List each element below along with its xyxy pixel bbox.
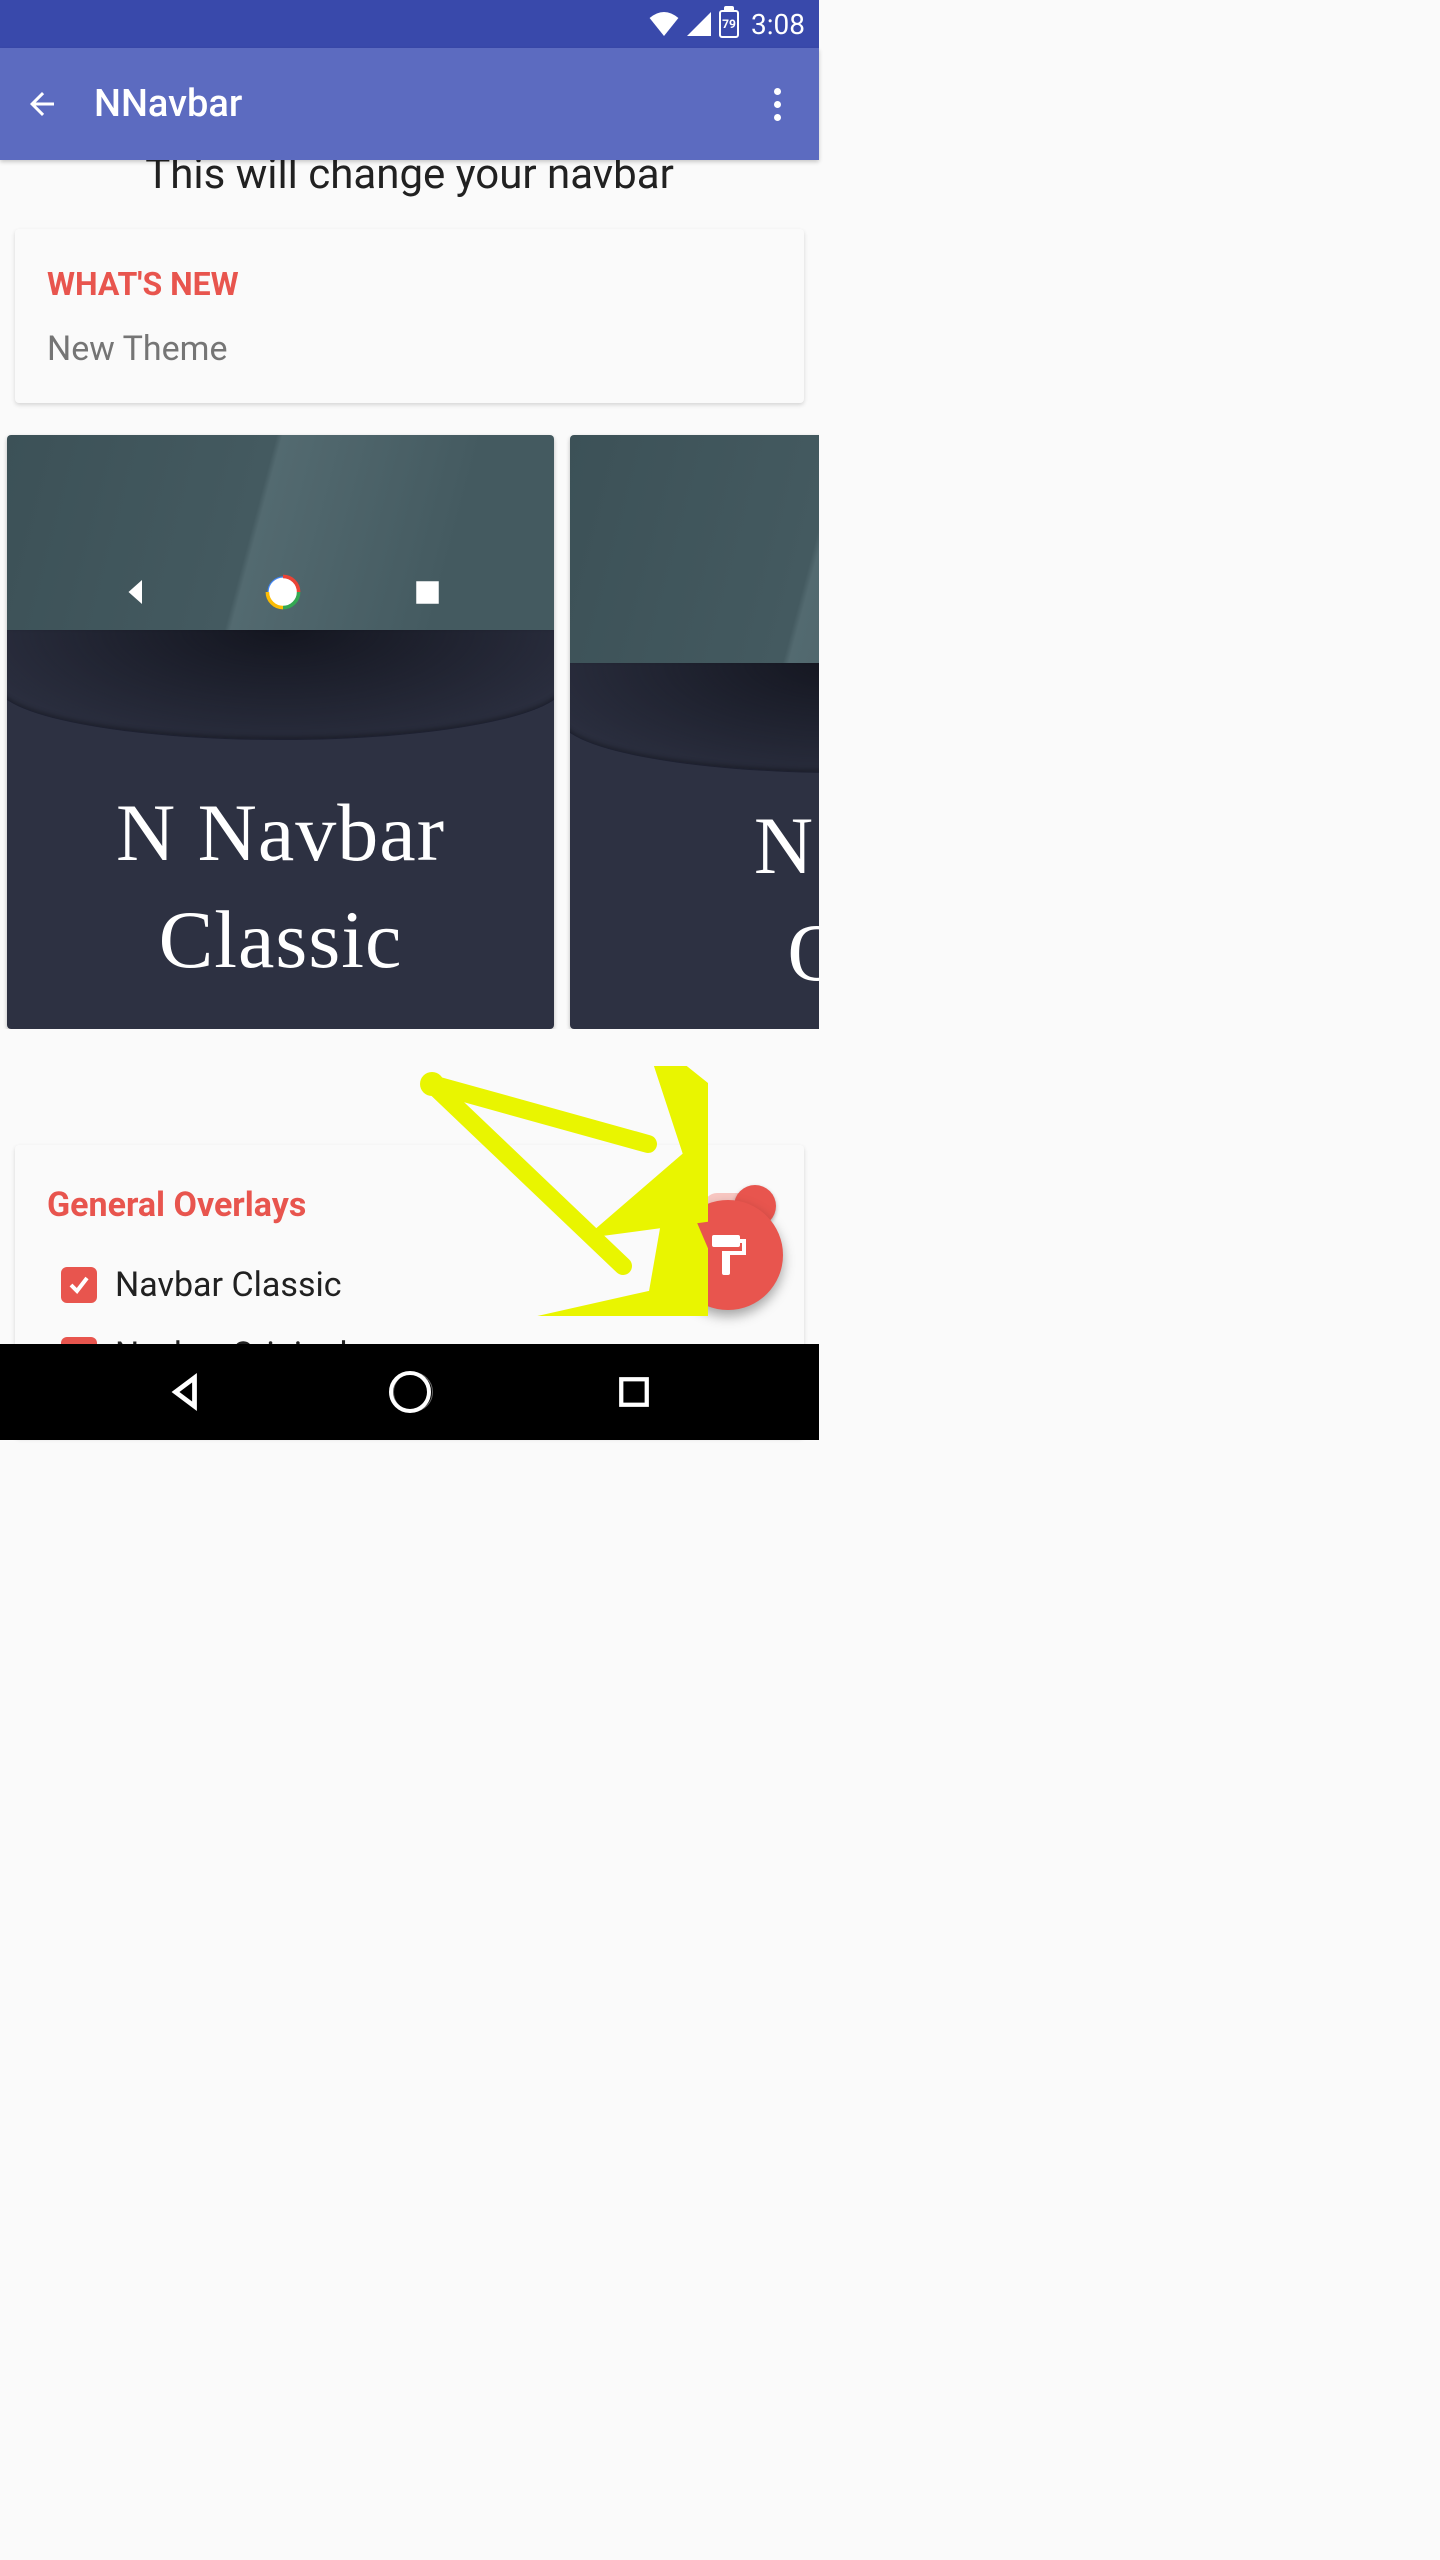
checkbox-icon (61, 1267, 97, 1303)
menu-dot-icon (774, 88, 781, 95)
wifi-icon (649, 12, 679, 36)
theme-name-label: N Navbar Classic (7, 780, 554, 993)
nav-back-icon (812, 610, 819, 638)
status-time: 3:08 (751, 8, 805, 41)
status-icons: 79 (649, 10, 739, 38)
navbar-preview (570, 610, 819, 638)
system-home-button[interactable] (370, 1362, 450, 1422)
system-recents-button[interactable] (594, 1362, 674, 1422)
app-bar: NNavbar (0, 48, 819, 160)
navbar-preview (7, 574, 554, 610)
back-button[interactable] (18, 80, 66, 128)
page-heading: This will change your navbar (0, 150, 819, 229)
theme-card-bottom: N Na Ori (570, 663, 819, 1029)
whats-new-text: New Theme (47, 329, 772, 369)
status-bar: 79 3:08 (0, 0, 819, 48)
home-ring-icon (389, 1371, 431, 1413)
system-back-button[interactable] (145, 1362, 225, 1422)
checkbox-navbar-classic[interactable]: Navbar Classic (47, 1265, 772, 1305)
nav-recents-icon (415, 580, 440, 605)
menu-dot-icon (774, 101, 781, 108)
theme-name-label: N Na Ori (570, 793, 819, 1006)
phone-mockup-top (7, 435, 554, 630)
battery-icon: 79 (719, 10, 739, 38)
paint-roller-icon (704, 1231, 752, 1279)
battery-level: 79 (722, 17, 736, 31)
theme-card-classic[interactable]: N Navbar Classic (7, 435, 554, 1029)
phone-mockup-top (570, 435, 819, 663)
overlays-title: General Overlays (47, 1185, 772, 1225)
paint-fab[interactable] (673, 1200, 783, 1310)
theme-card-original[interactable]: N Na Ori (570, 435, 819, 1029)
theme-card-bottom: N Navbar Classic (7, 630, 554, 1029)
signal-icon (687, 12, 711, 36)
nav-home-icon (265, 574, 301, 610)
whats-new-title: WHAT'S NEW (47, 265, 772, 303)
arrow-back-icon (24, 86, 60, 122)
system-nav-bar (0, 1344, 819, 1440)
app-title: NNavbar (94, 82, 242, 126)
theme-carousel[interactable]: N Navbar Classic N Na Ori (0, 419, 819, 1029)
whats-new-card: WHAT'S NEW New Theme (15, 229, 804, 403)
overflow-menu-button[interactable] (753, 80, 801, 128)
nav-back-icon (121, 577, 151, 607)
checkbox-label: Navbar Classic (115, 1265, 342, 1305)
menu-dot-icon (774, 114, 781, 121)
